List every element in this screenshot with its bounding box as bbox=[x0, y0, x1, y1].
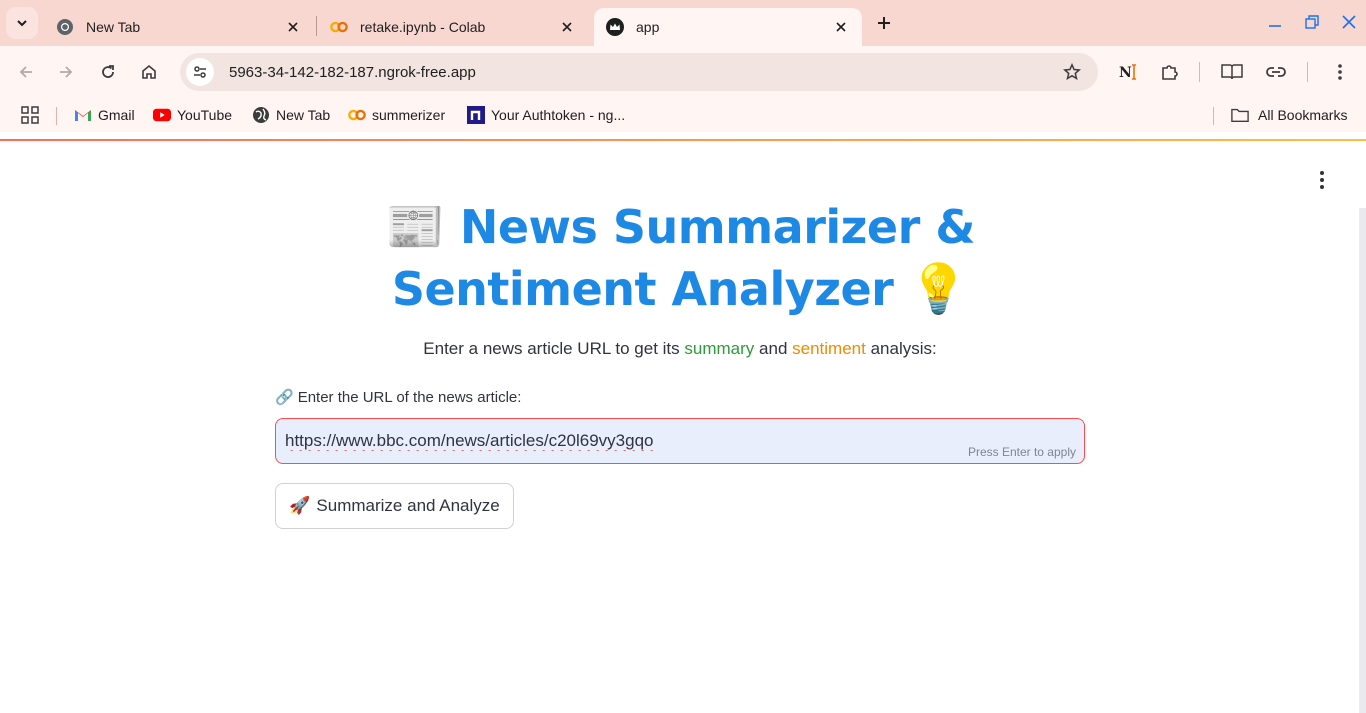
app-main-menu-button[interactable] bbox=[1310, 167, 1334, 193]
tab-title: New Tab bbox=[86, 19, 141, 35]
bookmarks-bar: Gmail YouTube New Tab summerizer Your Au… bbox=[0, 98, 1366, 132]
close-icon[interactable] bbox=[284, 18, 302, 36]
colab-icon bbox=[348, 106, 366, 124]
colab-icon bbox=[330, 18, 348, 36]
tab-app[interactable]: app bbox=[594, 8, 862, 46]
close-icon[interactable] bbox=[832, 18, 850, 36]
page-title-text: News Summarizer & Sentiment Analyzer bbox=[391, 200, 976, 316]
page-scrollbar[interactable] bbox=[1359, 208, 1366, 713]
gmail-icon bbox=[74, 106, 92, 124]
reading-mode-button[interactable] bbox=[1218, 58, 1246, 86]
bookmark-gmail[interactable]: Gmail bbox=[74, 104, 135, 126]
close-icon bbox=[1342, 15, 1356, 29]
youtube-icon bbox=[153, 106, 171, 124]
streamlit-crown-icon bbox=[606, 18, 624, 36]
url-input-wrapper: Press Enter to apply bbox=[275, 418, 1085, 464]
notion-icon: N bbox=[1119, 64, 1136, 81]
bookmark-label: summerizer bbox=[372, 107, 446, 123]
bookmark-ngrok-authtoken[interactable]: Your Authtoken - ng... bbox=[467, 104, 625, 126]
rocket-icon: 🚀 bbox=[289, 496, 311, 515]
tab-new-tab[interactable]: New Tab bbox=[44, 8, 314, 46]
all-bookmarks-button[interactable]: All Bookmarks bbox=[1231, 104, 1347, 126]
restore-button[interactable] bbox=[1300, 10, 1324, 34]
tab-title: retake.ipynb - Colab bbox=[360, 19, 486, 35]
tab-search-button[interactable] bbox=[6, 7, 38, 39]
intro-suffix: analysis: bbox=[870, 339, 937, 358]
browser-menu-button[interactable] bbox=[1326, 58, 1354, 86]
plus-icon bbox=[878, 17, 890, 29]
tab-colab[interactable]: retake.ipynb - Colab bbox=[318, 8, 588, 46]
bookmarks-separator bbox=[1213, 107, 1214, 125]
home-icon bbox=[142, 64, 156, 79]
home-button[interactable] bbox=[135, 58, 163, 86]
copy-link-button[interactable] bbox=[1262, 58, 1290, 86]
bookmark-new-tab[interactable]: New Tab bbox=[252, 104, 330, 126]
minimize-icon bbox=[1269, 25, 1281, 27]
intro-text: Enter a news article URL to get its summ… bbox=[275, 339, 1085, 359]
toolbar-separator bbox=[1307, 62, 1308, 82]
link-icon bbox=[1266, 67, 1286, 77]
bookmark-label: Gmail bbox=[98, 107, 135, 123]
address-bar[interactable]: 5963-34-142-182-187.ngrok-free.app bbox=[180, 53, 1098, 91]
close-icon[interactable] bbox=[558, 18, 576, 36]
reload-button[interactable] bbox=[94, 58, 122, 86]
arrow-left-icon bbox=[19, 66, 32, 78]
reading-mode-icon bbox=[1221, 64, 1243, 80]
bookmark-summerizer[interactable]: summerizer bbox=[348, 104, 445, 126]
bookmark-label: YouTube bbox=[177, 107, 233, 123]
intro-sentiment-word: sentiment bbox=[792, 339, 866, 358]
star-icon bbox=[1063, 63, 1081, 81]
svg-text:N: N bbox=[1119, 65, 1132, 81]
button-label: Summarize and Analyze bbox=[316, 496, 500, 515]
bookmarks-separator bbox=[56, 107, 57, 125]
tab-title: app bbox=[636, 19, 660, 35]
ngrok-icon bbox=[467, 106, 485, 124]
lightbulb-icon: 💡 bbox=[908, 261, 969, 317]
arrow-right-icon bbox=[60, 66, 73, 78]
toolbar-separator bbox=[1199, 62, 1200, 82]
forward-button[interactable] bbox=[52, 58, 80, 86]
all-bookmarks-label: All Bookmarks bbox=[1258, 107, 1348, 123]
notion-extension-button[interactable]: N bbox=[1115, 58, 1143, 86]
address-text[interactable]: 5963-34-142-182-187.ngrok-free.app bbox=[229, 64, 1058, 81]
link-icon: 🔗 bbox=[275, 389, 294, 406]
intro-and-word: and bbox=[759, 339, 788, 358]
chevron-down-icon bbox=[17, 20, 27, 27]
back-button[interactable] bbox=[12, 58, 40, 86]
chrome-icon bbox=[56, 18, 74, 36]
summarize-analyze-button[interactable]: 🚀 Summarize and Analyze bbox=[275, 483, 514, 529]
apps-grid-icon bbox=[21, 106, 39, 124]
url-field-label: 🔗 Enter the URL of the news article: bbox=[275, 388, 521, 406]
tab-strip: New Tab retake.ipynb - Colab app bbox=[0, 0, 1366, 46]
new-tab-button[interactable] bbox=[870, 9, 898, 37]
tune-icon bbox=[194, 66, 206, 78]
bookmark-label: Your Authtoken - ng... bbox=[491, 107, 626, 123]
page-title: 📰 News Summarizer & Sentiment Analyzer 💡 bbox=[275, 196, 1085, 320]
bookmark-star-button[interactable] bbox=[1058, 58, 1086, 86]
folder-icon bbox=[1231, 106, 1249, 124]
globe-icon bbox=[252, 106, 270, 124]
intro-prefix: Enter a news article URL to get its bbox=[423, 339, 680, 358]
url-input[interactable] bbox=[276, 419, 936, 463]
reload-icon bbox=[102, 65, 114, 78]
input-hint: Press Enter to apply bbox=[967, 445, 1076, 459]
newspaper-icon: 📰 bbox=[385, 199, 445, 255]
bookmark-youtube[interactable]: YouTube bbox=[153, 104, 232, 126]
url-field-label-text: Enter the URL of the news article: bbox=[297, 389, 522, 406]
browser-toolbar: 5963-34-142-182-187.ngrok-free.app N bbox=[0, 46, 1366, 98]
minimize-button[interactable] bbox=[1263, 10, 1287, 34]
extensions-button[interactable] bbox=[1156, 58, 1184, 86]
more-vert-icon bbox=[1320, 171, 1324, 175]
restore-icon bbox=[1305, 15, 1319, 29]
puzzle-icon bbox=[1162, 65, 1178, 80]
tab-separator bbox=[316, 16, 317, 36]
intro-summary-word: summary bbox=[684, 339, 755, 358]
more-vert-icon bbox=[1338, 64, 1342, 80]
site-info-button[interactable] bbox=[186, 58, 214, 86]
apps-button[interactable] bbox=[21, 104, 39, 126]
bookmark-label: New Tab bbox=[276, 107, 331, 123]
close-window-button[interactable] bbox=[1337, 10, 1361, 34]
